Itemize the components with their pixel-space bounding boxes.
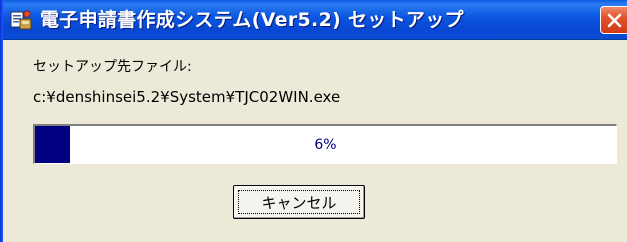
install-progress-bar: 6% (33, 124, 617, 164)
close-button[interactable] (600, 6, 627, 34)
setup-dialog: 電子申請書作成システム(Ver5.2) セットアップ セットアップ先ファイル: … (0, 0, 627, 242)
window-title: 電子申請書作成システム(Ver5.2) セットアップ (40, 9, 464, 31)
progress-percent: 6% (314, 136, 337, 153)
cancel-button[interactable]: キャンセル (233, 185, 365, 219)
setup-app-icon (10, 9, 32, 31)
cancel-button-label: キャンセル (238, 190, 360, 214)
destination-file-label: セットアップ先ファイル: (33, 59, 192, 75)
destination-file-path: c:¥denshinsei5.2¥System¥TJC02WIN.exe (33, 88, 341, 106)
title-bar[interactable]: 電子申請書作成システム(Ver5.2) セットアップ (0, 0, 627, 40)
window-left-border (0, 0, 3, 242)
